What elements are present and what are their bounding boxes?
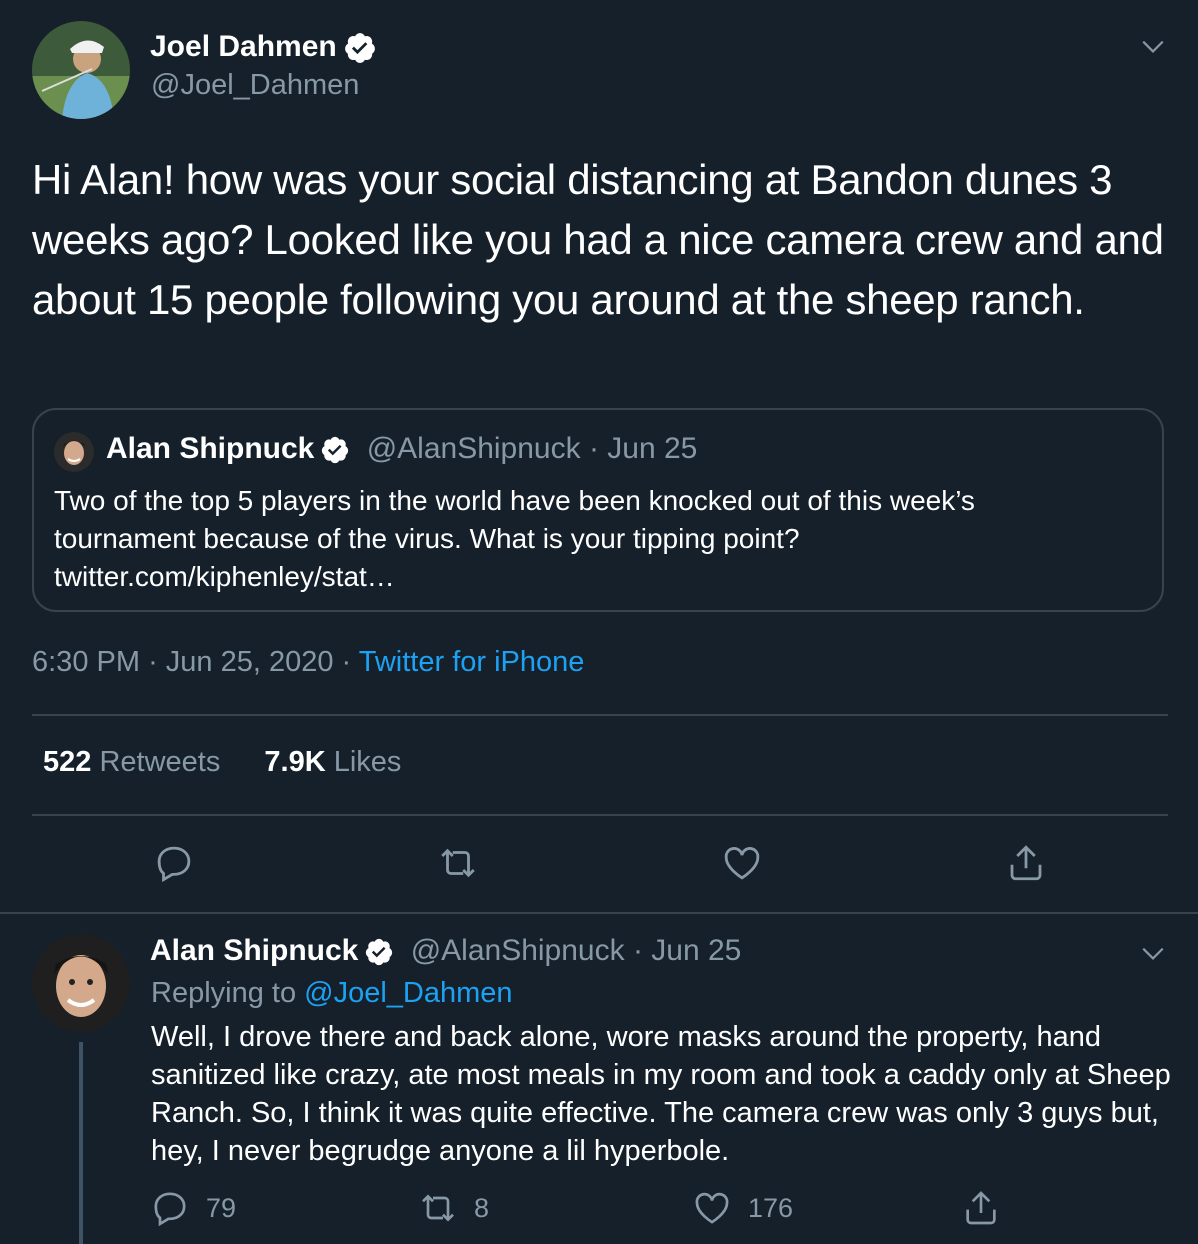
tweet-time[interactable]: 6:30 PM — [32, 646, 140, 678]
share-button[interactable] — [961, 1188, 1001, 1228]
like-count: 176 — [748, 1192, 794, 1223]
tweet-text: Hi Alan! how was your social distancing … — [32, 156, 1164, 323]
share-icon — [1010, 845, 1042, 881]
author-name[interactable]: Joel Dahmen — [150, 30, 337, 63]
heart-icon — [695, 1192, 729, 1224]
divider — [32, 714, 1168, 716]
replying-to: Replying to @Joel_Dahmen — [151, 977, 513, 1009]
verified-badge-icon — [322, 436, 349, 464]
retweets-stat[interactable]: 522 Retweets — [43, 746, 220, 778]
chevron-down-icon[interactable] — [1140, 940, 1166, 966]
quoted-text: Two of the top 5 players in the world ha… — [54, 485, 975, 592]
divider — [0, 912, 1198, 914]
tweet-stats: 522 Retweets 7.9K Likes — [43, 746, 401, 779]
verified-badge-icon — [344, 33, 375, 63]
thread-line — [79, 1042, 83, 1244]
retweet-button[interactable] — [437, 842, 479, 889]
reply-icon — [154, 1192, 186, 1227]
reply-header: Alan Shipnuck @AlanShipnuck · Jun 25 — [150, 934, 741, 968]
retweet-count: 8 — [474, 1192, 490, 1223]
likes-stat[interactable]: 7.9K Likes — [264, 746, 401, 778]
reply-date[interactable]: · Jun 25 — [633, 934, 741, 967]
replying-to-handle[interactable]: @Joel_Dahmen — [304, 977, 512, 1009]
reply-icon — [157, 846, 191, 883]
author-avatar[interactable] — [32, 21, 130, 119]
tweet-meta: 6:30 PM · Jun 25, 2020 · Twitter for iPh… — [32, 646, 584, 679]
reply-author-name[interactable]: Alan Shipnuck — [150, 934, 358, 967]
reply-author-avatar[interactable] — [32, 934, 130, 1032]
reply-count: 79 — [206, 1192, 237, 1223]
divider — [32, 814, 1168, 816]
like-button[interactable]: 176 — [692, 1188, 793, 1228]
verified-badge-icon — [366, 938, 393, 966]
reply-button[interactable]: 79 — [150, 1188, 236, 1228]
heart-icon — [724, 847, 760, 880]
tweet-date[interactable]: · Jun 25, 2020 · — [148, 646, 351, 678]
author-handle[interactable]: @Joel_Dahmen — [151, 69, 359, 102]
author-name-row[interactable]: Joel Dahmen — [150, 30, 377, 65]
quoted-author-handle: @AlanShipnuck — [366, 432, 581, 465]
reply-button[interactable] — [153, 842, 195, 889]
quoted-author-name: Alan Shipnuck — [106, 432, 315, 465]
like-button[interactable] — [721, 842, 763, 889]
retweet-button[interactable]: 8 — [418, 1188, 489, 1228]
quoted-date: · Jun 25 — [588, 432, 698, 465]
retweet-icon — [422, 1194, 454, 1222]
chevron-down-icon[interactable] — [1140, 33, 1166, 59]
retweet-icon — [441, 848, 475, 878]
share-icon — [966, 1191, 996, 1225]
reply-text: Well, I drove there and back alone, wore… — [151, 1021, 1171, 1167]
tweet-source[interactable]: Twitter for iPhone — [359, 646, 585, 678]
quoted-author-avatar — [54, 432, 94, 472]
share-button[interactable] — [1005, 842, 1047, 889]
quoted-header: Alan Shipnuck @AlanShipnuck · Jun 25 — [106, 432, 697, 466]
quoted-tweet[interactable]: Alan Shipnuck @AlanShipnuck · Jun 25 Two… — [32, 408, 1164, 612]
reply-author-handle[interactable]: @AlanShipnuck — [411, 934, 625, 967]
